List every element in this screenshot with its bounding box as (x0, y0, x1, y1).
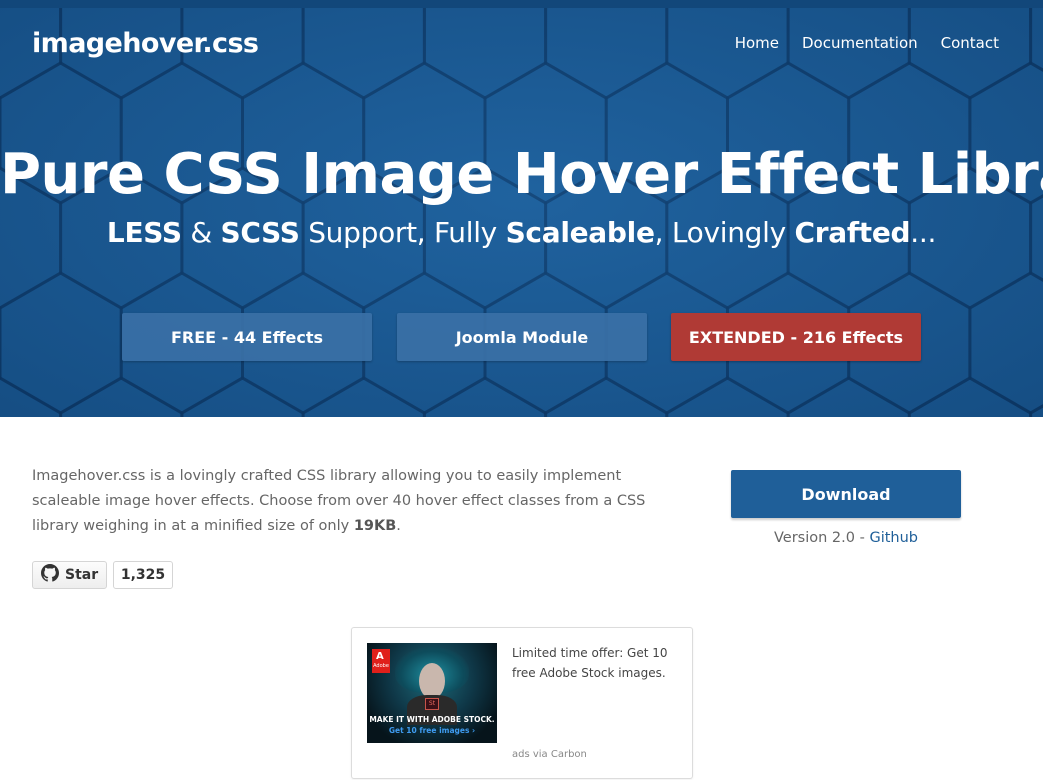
adobe-logo-icon: A Adobe (372, 649, 390, 673)
subtitle-crafted: Crafted (794, 216, 911, 249)
page-subtitle: LESS & SCSS Support, Fully Scaleable, Lo… (0, 216, 1043, 249)
subtitle-support: Support, Fully (299, 216, 506, 249)
ad-face-shape (419, 663, 445, 699)
hero-banner: imagehover.css Home Documentation Contac… (0, 0, 1043, 417)
carbon-ad: St A Adobe MAKE IT WITH ADOBE STOCK. Get … (351, 627, 693, 779)
github-icon (41, 563, 59, 587)
ad-image-headline: MAKE IT WITH ADOBE STOCK. (369, 715, 495, 724)
adobe-logo-text: Adobe (373, 663, 389, 669)
github-star-count[interactable]: 1,325 (113, 561, 173, 589)
github-star-button[interactable]: Star (32, 561, 107, 589)
adobe-stock-badge: St (425, 698, 439, 710)
github-star-label: Star (65, 567, 99, 583)
subtitle-lovingly: , Lovingly (654, 216, 795, 249)
page-title: Pure CSS Image Hover Effect Library (0, 142, 1043, 207)
ad-via-carbon[interactable]: ads via Carbon (512, 749, 587, 760)
ad-image-cta: Get 10 free images › (388, 726, 476, 735)
subtitle-ellipsis: ... (910, 216, 937, 249)
subtitle-amp: & (181, 216, 221, 249)
intro-text: Imagehover.css is a lovingly crafted CSS… (32, 468, 646, 534)
joomla-module-button[interactable]: Joomla Module (397, 313, 647, 361)
nav-contact[interactable]: Contact (941, 34, 999, 52)
subtitle-scss: SCSS (220, 216, 300, 249)
extended-effects-button[interactable]: EXTENDED - 216 Effects (671, 313, 921, 361)
library-size: 19KB (353, 518, 397, 534)
free-effects-button[interactable]: FREE - 44 Effects (122, 313, 372, 361)
subtitle-scaleable: Scaleable (505, 216, 655, 249)
intro-paragraph: Imagehover.css is a lovingly crafted CSS… (32, 464, 682, 539)
download-button[interactable]: Download (731, 470, 961, 518)
subtitle-less: LESS (106, 216, 182, 249)
github-link[interactable]: Github (869, 530, 918, 546)
site-logo[interactable]: imagehover.css (32, 28, 259, 59)
main-nav: Home Documentation Contact (712, 34, 999, 52)
version-label: Version 2.0 - (774, 530, 870, 546)
intro-end: . (396, 518, 401, 534)
ad-image[interactable]: St A Adobe MAKE IT WITH ADOBE STOCK. Get … (367, 643, 497, 743)
nav-documentation[interactable]: Documentation (802, 34, 918, 52)
version-info: Version 2.0 - Github (731, 530, 961, 546)
nav-home[interactable]: Home (735, 34, 779, 52)
ad-text[interactable]: Limited time offer: Get 10 free Adobe St… (512, 643, 682, 683)
